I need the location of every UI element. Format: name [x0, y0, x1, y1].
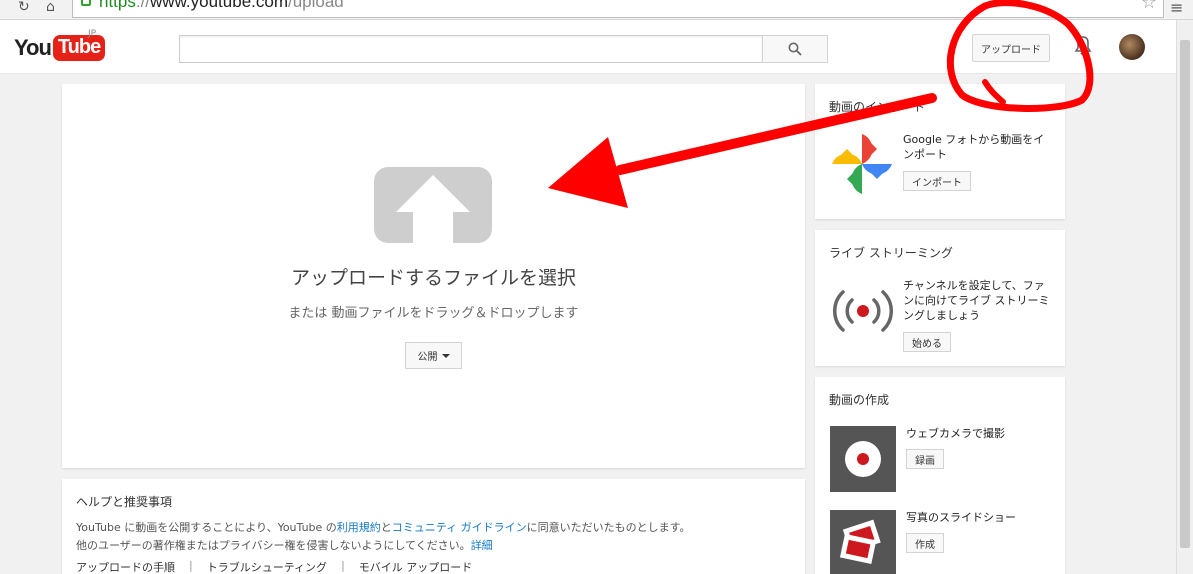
lock-icon [81, 0, 91, 6]
live-description: チャンネルを設定して、ファンに向けてライブ ストリーミングしましょう [903, 279, 1050, 322]
slideshow-thumb[interactable] [830, 510, 896, 574]
community-guidelines-link[interactable]: コミュニティ ガイドライン [392, 521, 527, 534]
upload-guide-link[interactable]: アップロードの手順 [76, 559, 175, 574]
mobile-upload-link[interactable]: モバイル アップロード [359, 559, 473, 574]
upload-arrow-icon[interactable] [374, 167, 492, 243]
webcam-label: ウェブカメラで撮影 [906, 427, 1005, 440]
search-icon [788, 42, 802, 56]
create-slideshow-button[interactable]: 作成 [906, 533, 944, 553]
url-text: https://www.youtube.com/upload [99, 0, 344, 11]
chevron-down-icon [441, 353, 450, 358]
search-input[interactable] [179, 35, 763, 63]
address-bar[interactable]: https://www.youtube.com/upload ☆ [72, 0, 1164, 18]
search-button[interactable] [762, 35, 828, 63]
import-button[interactable]: インポート [903, 171, 971, 191]
photo-slideshow-icon [839, 519, 881, 565]
site-header: You Tube JP アップロード [0, 20, 1176, 74]
reload-icon[interactable]: ↻ [18, 0, 30, 14]
google-photos-icon [832, 134, 892, 194]
troubleshooting-link[interactable]: トラブルシューティング [207, 559, 327, 574]
create-card-title: 動画の作成 [829, 393, 890, 407]
upload-button[interactable]: アップロード [972, 34, 1050, 62]
help-title: ヘルプと推奨事項 [76, 495, 173, 509]
help-links: アップロードの手順 | トラブルシューティング | モバイル アップロード [76, 559, 473, 574]
upload-dropzone[interactable]: アップロードするファイルを選択 または 動画ファイルをドラッグ＆ドロップします … [62, 84, 805, 468]
terms-link[interactable]: 利用規約 [337, 521, 381, 534]
record-icon [845, 441, 881, 477]
user-avatar[interactable] [1119, 34, 1145, 60]
region-label: JP [88, 29, 97, 39]
import-card: 動画のインポート Google フォトから動画をインポート インポート [815, 84, 1065, 219]
live-card-title: ライブ ストリーミング [829, 246, 953, 260]
start-live-button[interactable]: 始める [903, 332, 951, 352]
help-section: ヘルプと推奨事項 YouTube に動画を公開することにより、YouTube の… [62, 479, 805, 574]
webcam-record-thumb[interactable] [830, 426, 896, 492]
terms-notice: YouTube に動画を公開することにより、YouTube の利用規約とコミュニ… [76, 521, 691, 534]
slideshow-label: 写真のスライドショー [906, 511, 1016, 524]
live-streaming-card: ライブ ストリーミング チャンネルを設定して、ファンに向けてライブ ストリーミン… [815, 230, 1065, 366]
live-broadcast-icon [833, 290, 893, 332]
scrollbar-thumb[interactable] [1180, 40, 1190, 548]
browser-menu-icon[interactable]: ≡ [1170, 0, 1183, 17]
import-card-title: 動画のインポート [829, 100, 926, 114]
record-button[interactable]: 録画 [906, 449, 944, 469]
copyright-notice: 他のユーザーの著作権またはプライバシー権を侵害しないようにしてください。詳細 [76, 539, 493, 552]
drag-drop-hint: または 動画ファイルをドラッグ＆ドロップします [288, 306, 579, 321]
create-video-card: 動画の作成 ウェブカメラで撮影 録画 写真のスライドショー 作成 [815, 377, 1065, 574]
notification-bell-icon[interactable] [1074, 35, 1092, 57]
import-description: Google フォトから動画をインポート [903, 133, 1045, 161]
bookmark-star-icon[interactable]: ☆ [1141, 0, 1157, 13]
youtube-logo[interactable]: You Tube JP [14, 29, 106, 63]
home-icon[interactable]: ⌂ [46, 0, 55, 14]
details-link[interactable]: 詳細 [471, 539, 493, 552]
privacy-dropdown[interactable]: 公開 [405, 342, 462, 369]
select-file-title[interactable]: アップロードするファイルを選択 [62, 263, 805, 290]
page-scrollbar[interactable] [1176, 20, 1193, 574]
browser-toolbar: ↻ ⌂ https://www.youtube.com/upload ☆ ≡ [0, 0, 1193, 20]
